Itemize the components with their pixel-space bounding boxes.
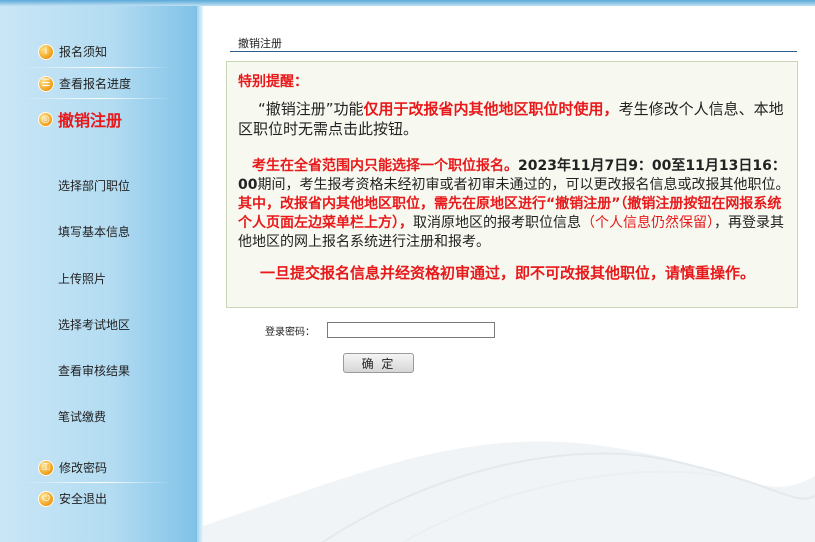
title-divider: [230, 51, 797, 52]
notice-paragraph-3: 一旦提交报名信息并经资格初审通过，即不可改报其他职位，请慎重操作。: [238, 264, 786, 283]
notice-text: 期间，考生报考资格未经初审或者初审未通过的，可以更改报名信息或改报其他职位。: [257, 177, 790, 193]
sidebar-link-label: 修改密码: [59, 461, 108, 475]
sidebar-divider: [22, 482, 172, 483]
sidebar-link-change-password[interactable]: ⚿ 修改密码: [38, 459, 107, 476]
sidebar-divider: [22, 67, 172, 68]
password-label: 登录密码：: [265, 327, 315, 338]
section-title: 撤销注册: [238, 37, 282, 50]
notice-paragraph-1: “撤销注册”功能仅用于改报省内其他地区职位时使用，考生修改个人信息、本地区职位时…: [238, 99, 786, 139]
exit-icon: ⏻: [38, 490, 54, 507]
sidebar-link-registration-notice[interactable]: i 报名须知: [38, 43, 107, 60]
notice-box: 特别提醒： “撤销注册”功能仅用于改报省内其他地区职位时使用，考生修改个人信息、…: [226, 61, 798, 308]
info-icon: i: [38, 43, 54, 60]
sidebar-link-check-progress[interactable]: ☰ 查看报名进度: [38, 75, 131, 92]
confirm-button[interactable]: 确 定: [343, 353, 414, 373]
sidebar-link-label: 报名须知: [59, 45, 108, 59]
cancel-icon: ◎: [38, 111, 53, 127]
sidebar-link-cancel-registration[interactable]: ◎ 撤销注册: [38, 107, 122, 131]
main-panel: 撤销注册 特别提醒： “撤销注册”功能仅用于改报省内其他地区职位时使用，考生修改…: [203, 6, 815, 542]
sidebar-link-label: 撤销注册: [58, 111, 123, 130]
sidebar-item-select-position[interactable]: 选择部门职位: [58, 177, 130, 194]
sidebar-item-exam-region[interactable]: 选择考试地区: [58, 316, 130, 333]
notice-highlight: 考生在全省范围内只能选择一个职位报名。: [252, 158, 518, 174]
notice-paragraph-2: 考生在全省范围内只能选择一个职位报名。2023年11月7日9：00至11月13日…: [238, 157, 790, 252]
sidebar-link-logout[interactable]: ⏻ 安全退出: [38, 490, 107, 507]
sidebar-link-label: 安全退出: [59, 492, 108, 506]
key-icon: ⚿: [38, 459, 54, 476]
sidebar: i 报名须知 ☰ 查看报名进度 ◎ 撤销注册 选择部门职位 填写基本信息 上传照…: [0, 6, 203, 542]
sidebar-divider: [22, 98, 172, 99]
notice-text: “撤销注册”功能: [258, 100, 364, 118]
notice-heading: 特别提醒：: [238, 74, 308, 90]
progress-icon: ☰: [38, 75, 54, 92]
sidebar-item-basic-info[interactable]: 填写基本信息: [58, 223, 130, 240]
notice-text: 取消原地区的报考职位信息: [413, 215, 581, 231]
sidebar-link-label: 查看报名进度: [59, 77, 132, 91]
notice-highlight: 仅用于改报省内其他地区职位时使用，: [363, 100, 619, 118]
notice-highlight: （个人信息仍然保留）: [581, 215, 714, 231]
sidebar-item-exam-payment[interactable]: 笔试缴费: [58, 408, 106, 425]
sidebar-item-upload-photo[interactable]: 上传照片: [58, 270, 106, 287]
sidebar-item-review-result[interactable]: 查看审核结果: [58, 362, 130, 379]
password-input[interactable]: [327, 322, 495, 338]
notice-warning: 一旦提交报名信息并经资格初审通过，即不可改报其他职位，请慎重操作。: [260, 264, 756, 282]
